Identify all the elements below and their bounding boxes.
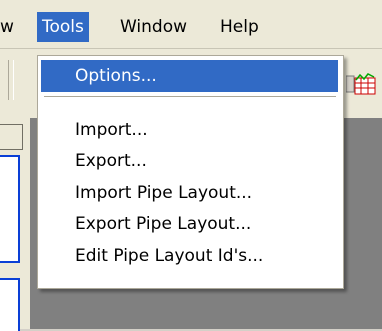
menu-item-import[interactable]: Import... — [41, 114, 338, 146]
menu-item-options[interactable]: Options... — [41, 60, 338, 92]
menu-help[interactable]: Help — [220, 12, 259, 42]
menu-item-import-pipe-layout[interactable]: Import Pipe Layout... — [41, 177, 338, 209]
left-panel-lower — [0, 278, 20, 331]
toolbar-separator — [8, 60, 14, 100]
menu-bar: w Tools Window Help — [0, 0, 382, 49]
menu-item-export-pipe-layout[interactable]: Export Pipe Layout... — [41, 208, 338, 240]
grid-chart-icon[interactable] — [345, 72, 376, 96]
menu-item-edit-pipe-layout-ids[interactable]: Edit Pipe Layout Id's... — [41, 240, 338, 272]
menu-view[interactable]: w — [0, 12, 14, 42]
menu-item-export[interactable]: Export... — [41, 145, 338, 177]
left-panel — [0, 155, 20, 263]
menu-window[interactable]: Window — [120, 12, 187, 42]
left-tab[interactable] — [0, 124, 23, 150]
menu-separator — [44, 96, 336, 97]
menu-tools[interactable]: Tools — [37, 12, 89, 42]
tools-dropdown-menu: Options... Import... Export... Import Pi… — [37, 55, 344, 289]
